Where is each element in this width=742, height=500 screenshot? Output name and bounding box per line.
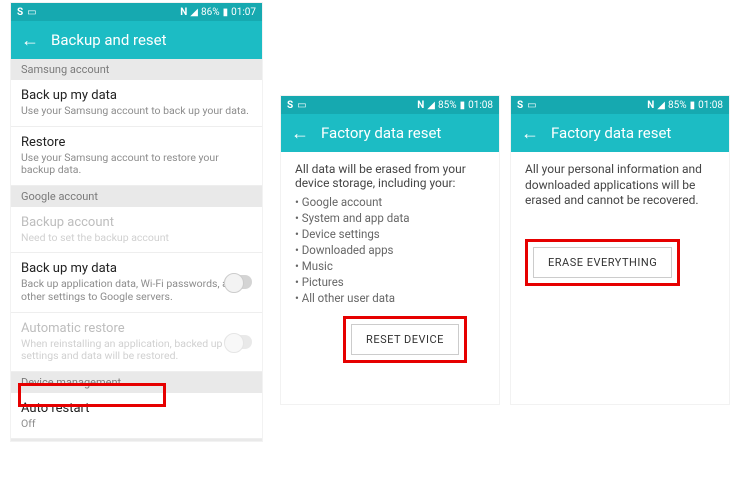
reset-device-button[interactable]: RESET DEVICE bbox=[351, 324, 459, 355]
status-rect-icon: ▭ bbox=[27, 7, 36, 18]
toggle-automatic-restore bbox=[224, 335, 252, 349]
status-rect-icon: ▭ bbox=[527, 100, 536, 111]
list-item: Downloaded apps bbox=[295, 242, 485, 258]
battery-icon: ▮ bbox=[223, 7, 229, 18]
row-subtitle: Use your Samsung account to back up your… bbox=[21, 105, 252, 118]
back-icon[interactable]: ← bbox=[291, 123, 309, 144]
section-device-management: Device management bbox=[11, 372, 262, 393]
phone-screen-1: S ▭ N ◢ 86% ▮ 01:07 ← Backup and reset S… bbox=[10, 2, 263, 442]
list-item: Pictures bbox=[295, 274, 485, 290]
status-s-icon: S bbox=[517, 100, 523, 111]
battery-pct: 85% bbox=[438, 100, 457, 111]
content-area: All data will be erased from your device… bbox=[281, 152, 499, 404]
intro-text: All your personal information and downlo… bbox=[525, 162, 715, 209]
erase-everything-button[interactable]: ERASE EVERYTHING bbox=[533, 247, 672, 278]
status-rect-icon: ▭ bbox=[297, 100, 306, 111]
status-n-icon: N bbox=[417, 100, 424, 111]
clock: 01:08 bbox=[698, 100, 723, 111]
status-bar: S ▭ N ◢ 85% ▮ 01:08 bbox=[511, 96, 729, 114]
battery-icon: ▮ bbox=[460, 100, 466, 111]
screen-title: Factory data reset bbox=[321, 124, 441, 142]
row-backup-my-data-samsung[interactable]: Back up my data Use your Samsung account… bbox=[11, 80, 262, 127]
section-google-account: Google account bbox=[11, 186, 262, 207]
row-title: Back up my data bbox=[21, 261, 252, 276]
section-samsung-account: Samsung account bbox=[11, 59, 262, 80]
status-n-icon: N bbox=[180, 7, 187, 18]
back-icon[interactable]: ← bbox=[21, 30, 39, 51]
row-restore-samsung[interactable]: Restore Use your Samsung account to rest… bbox=[11, 127, 262, 186]
signal-icon: ◢ bbox=[190, 7, 198, 18]
highlight-box: ERASE EVERYTHING bbox=[525, 239, 680, 286]
battery-pct: 85% bbox=[668, 100, 687, 111]
status-s-icon: S bbox=[17, 7, 23, 18]
erase-bullet-list: Google account System and app data Devic… bbox=[295, 194, 485, 306]
phone-screen-3: S ▭ N ◢ 85% ▮ 01:08 ← Factory data reset… bbox=[510, 95, 730, 405]
battery-pct: 86% bbox=[201, 7, 220, 18]
action-bar: ← Backup and reset bbox=[11, 21, 262, 59]
list-item: All other user data bbox=[295, 290, 485, 306]
signal-icon: ◢ bbox=[427, 100, 435, 111]
clock: 01:07 bbox=[231, 7, 256, 18]
intro-text: All data will be erased from your device… bbox=[295, 162, 485, 190]
action-bar: ← Factory data reset bbox=[281, 114, 499, 152]
row-title: Back up my data bbox=[21, 88, 252, 103]
row-backup-account: Backup account Need to set the backup ac… bbox=[11, 207, 262, 254]
row-title: Automatic restore bbox=[21, 321, 252, 336]
list-item: Device settings bbox=[295, 226, 485, 242]
row-automatic-restore: Automatic restore When reinstalling an a… bbox=[11, 313, 262, 372]
row-subtitle: When reinstalling an application, backed… bbox=[21, 338, 252, 363]
status-s-icon: S bbox=[287, 100, 293, 111]
status-bar: S ▭ N ◢ 85% ▮ 01:08 bbox=[281, 96, 499, 114]
action-bar: ← Factory data reset bbox=[511, 114, 729, 152]
row-subtitle: Use your Samsung account to restore your… bbox=[21, 152, 252, 177]
battery-icon: ▮ bbox=[690, 100, 696, 111]
section-reset: Reset bbox=[11, 439, 262, 441]
toggle-backup-my-data[interactable] bbox=[224, 275, 252, 289]
signal-icon: ◢ bbox=[657, 100, 665, 111]
row-backup-my-data-google[interactable]: Back up my data Back up application data… bbox=[11, 253, 262, 312]
list-item: Google account bbox=[295, 194, 485, 210]
status-bar: S ▭ N ◢ 86% ▮ 01:07 bbox=[11, 3, 262, 21]
settings-list[interactable]: Samsung account Back up my data Use your… bbox=[11, 59, 262, 441]
highlight-box: RESET DEVICE bbox=[343, 316, 467, 363]
status-n-icon: N bbox=[647, 100, 654, 111]
row-title: Restore bbox=[21, 135, 252, 150]
list-item: Music bbox=[295, 258, 485, 274]
row-auto-restart[interactable]: Auto restart Off bbox=[11, 393, 262, 440]
row-subtitle: Off bbox=[21, 418, 252, 431]
list-item: System and app data bbox=[295, 210, 485, 226]
content-area: All your personal information and downlo… bbox=[511, 152, 729, 404]
screen-title: Factory data reset bbox=[551, 124, 671, 142]
screen-title: Backup and reset bbox=[51, 31, 167, 49]
back-icon[interactable]: ← bbox=[521, 123, 539, 144]
clock: 01:08 bbox=[468, 100, 493, 111]
row-subtitle: Need to set the backup account bbox=[21, 232, 252, 245]
row-subtitle: Back up application data, Wi-Fi password… bbox=[21, 278, 252, 303]
row-title: Auto restart bbox=[21, 401, 252, 416]
row-title: Backup account bbox=[21, 215, 252, 230]
phone-screen-2: S ▭ N ◢ 85% ▮ 01:08 ← Factory data reset… bbox=[280, 95, 500, 405]
